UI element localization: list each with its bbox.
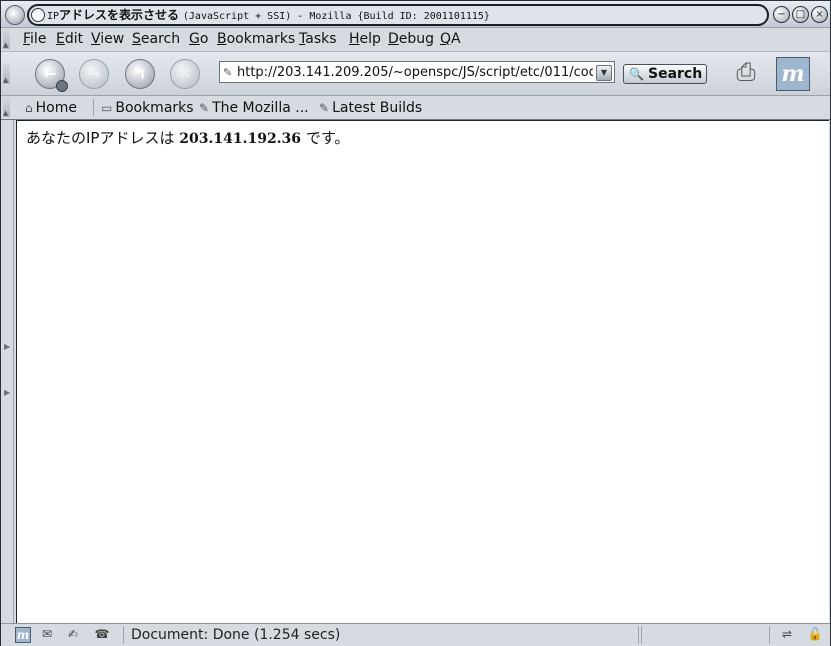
url-bar[interactable]: ✎ ▼ <box>219 61 615 83</box>
bookmark-the-mozilla[interactable]: ✎ The Mozilla ... <box>199 99 309 117</box>
menu-edit[interactable]: Edit <box>56 30 83 48</box>
minimize-button[interactable]: − <box>773 6 790 23</box>
status-text: Document: Done (1.254 secs) <box>123 626 639 644</box>
home-button[interactable]: ⌂ Home <box>25 99 77 117</box>
ip-message-prefix: あなたのIPアドレスは <box>26 129 175 147</box>
stop-button[interactable]: ✕ <box>170 59 200 89</box>
menu-search[interactable]: Search <box>132 30 180 48</box>
mail-icon[interactable]: ✉ <box>38 627 56 641</box>
sidebar-grippy[interactable]: ▶ ▶ <box>3 120 14 623</box>
status-bar: m ✉ ✍ ☎ Document: Done (1.254 secs) ⇌ 🔓 <box>1 623 830 646</box>
title-main: アドレスを表示させる <box>59 8 180 22</box>
menu-file[interactable]: File <box>23 30 46 48</box>
reload-button[interactable]: ↰ <box>125 59 155 89</box>
composer-icon[interactable]: ✍ <box>64 627 82 641</box>
window-title: IPアドレスを表示させる (JavaScript + SSI) - Mozill… <box>47 7 490 25</box>
status-separator <box>769 626 770 644</box>
menu-bookmarks[interactable]: Bookmarks <box>217 30 295 48</box>
ip-message-suffix: です。 <box>305 129 350 147</box>
bookmarks-button[interactable]: ▭ Bookmarks <box>101 99 194 117</box>
back-button[interactable]: ← <box>35 59 68 92</box>
back-dropdown-icon[interactable] <box>56 80 68 92</box>
browser-window: IPアドレスを表示させる (JavaScript + SSI) - Mozill… <box>0 0 831 646</box>
bookmark-icon: ✎ <box>199 101 210 115</box>
window-menu-icon[interactable] <box>5 5 25 25</box>
menu-debug[interactable]: Debug <box>388 30 434 48</box>
search-button-label: Search <box>648 66 703 82</box>
forward-arrow-icon: → <box>87 64 101 83</box>
sidebar-expand-icon: ▶ <box>4 388 11 397</box>
page-content: あなたのIPアドレスは 203.141.192.36 です。 <box>16 120 829 624</box>
maximize-button[interactable]: □ <box>792 6 809 23</box>
mozilla-icon[interactable]: m <box>15 627 31 643</box>
reload-icon: ↰ <box>133 64 147 83</box>
sidebar-expand-icon: ▶ <box>4 342 11 351</box>
title-prefix: IP <box>47 11 60 22</box>
menu-tasks[interactable]: Tasks <box>299 30 337 48</box>
navigation-toolbar: ← → ↰ ✕ ✎ ▼ 🔍 Search ⎙ m <box>1 52 830 96</box>
printer-icon[interactable]: ⎙ <box>726 56 766 88</box>
search-button[interactable]: 🔍 Search <box>623 64 707 84</box>
menu-qa[interactable]: QA <box>440 30 461 48</box>
title-bar: IPアドレスを表示させる (JavaScript + SSI) - Mozill… <box>1 1 830 28</box>
toolbar-separator <box>93 99 94 116</box>
menu-help[interactable]: Help <box>349 30 381 48</box>
magnifier-icon: 🔍 <box>629 67 644 81</box>
menu-bar: File Edit View Search Go Bookmarks Tasks… <box>1 28 830 52</box>
menu-view[interactable]: View <box>91 30 124 48</box>
forward-button[interactable]: → <box>79 59 109 89</box>
personal-toolbar-grip[interactable] <box>3 96 10 117</box>
title-box[interactable]: IPアドレスを表示させる (JavaScript + SSI) - Mozill… <box>27 4 769 26</box>
bookmark-icon: ✎ <box>319 101 330 115</box>
addressbook-icon[interactable]: ☎ <box>93 627 111 641</box>
url-input[interactable] <box>237 63 593 81</box>
url-history-dropdown-icon[interactable]: ▼ <box>596 65 612 81</box>
security-lock-icon[interactable]: 🔓 <box>806 627 824 641</box>
folder-icon: ▭ <box>101 101 113 115</box>
title-circle-icon <box>31 8 45 22</box>
menu-go[interactable]: Go <box>189 30 208 48</box>
progress-cell <box>641 626 642 644</box>
online-icon[interactable]: ⇌ <box>775 627 799 641</box>
back-arrow-icon: ← <box>43 64 57 83</box>
title-suffix: (JavaScript + SSI) - Mozilla {Build ID: … <box>182 11 490 22</box>
personal-toolbar: ⌂Home ▭Bookmarks ✎The Mozilla ... ✎Lates… <box>1 96 830 120</box>
menubar-grip[interactable] <box>3 28 10 49</box>
ip-message: あなたのIPアドレスは 203.141.192.36 です。 <box>26 129 349 149</box>
stop-icon: ✕ <box>178 64 192 83</box>
home-icon: ⌂ <box>25 101 33 115</box>
mozilla-logo[interactable]: m <box>776 57 810 91</box>
ip-address: 203.141.192.36 <box>179 131 302 147</box>
close-button[interactable]: × <box>811 6 828 23</box>
page-proxy-icon[interactable]: ✎ <box>223 66 232 79</box>
bookmark-latest-builds[interactable]: ✎ Latest Builds <box>319 99 422 117</box>
navbar-grip[interactable] <box>3 63 10 84</box>
